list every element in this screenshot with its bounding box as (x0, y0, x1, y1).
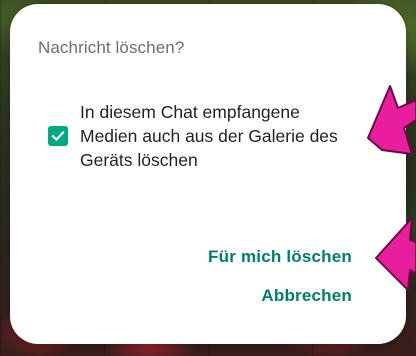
arrow-pointer-icon (367, 85, 416, 155)
delete-media-option[interactable]: In diesem Chat empfangene Medien auch au… (48, 100, 378, 172)
dialog-title: Nachricht löschen? (38, 38, 185, 57)
delete-for-me-button[interactable]: Für mich löschen (208, 247, 352, 267)
delete-message-dialog: Nachricht löschen? In diesem Chat empfan… (10, 4, 406, 344)
arrow-pointer-icon (375, 217, 416, 291)
cancel-button[interactable]: Abbrechen (261, 286, 352, 306)
delete-media-checkbox[interactable] (48, 126, 68, 146)
check-icon (51, 131, 65, 142)
delete-media-label: In diesem Chat empfangene Medien auch au… (80, 102, 338, 170)
